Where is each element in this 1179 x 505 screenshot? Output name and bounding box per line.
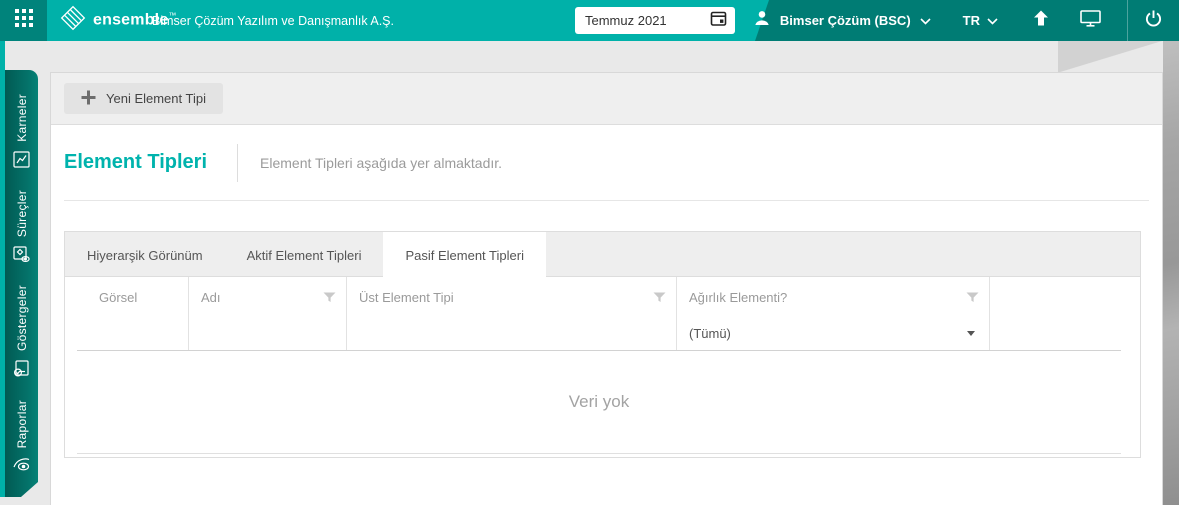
filter-funnel-icon[interactable]	[966, 292, 979, 303]
processes-icon	[13, 246, 30, 268]
tab-content: Görsel Adı Üst Element Tipi	[65, 277, 1140, 457]
topbar-right-cluster: Bimser Çözüm (BSC) TR	[753, 0, 1179, 41]
scorecards-icon	[13, 151, 30, 173]
element-types-table: Görsel Adı Üst Element Tipi	[77, 277, 1121, 454]
page-title: Element Tipleri	[64, 151, 207, 174]
apps-grid-icon	[15, 9, 33, 32]
page-heading: Element Tipleri Element Tipleri aşağıda …	[64, 125, 1149, 201]
topbar-divider	[1127, 0, 1128, 41]
filter-cell-actions	[990, 317, 1121, 350]
plus-icon	[81, 90, 96, 108]
column-header-gorsel[interactable]: Görsel	[77, 277, 189, 317]
sidebar-item-label: Süreçler	[15, 190, 29, 237]
table-filter-row: (Tümü)	[77, 317, 1121, 351]
caret-down-icon	[967, 331, 975, 336]
new-element-type-label: Yeni Element Tipi	[106, 91, 206, 106]
table-header-row: Görsel Adı Üst Element Tipi	[77, 277, 1121, 317]
language-label: TR	[963, 13, 980, 28]
sidebar-item-surecler[interactable]: Süreçler	[13, 190, 30, 268]
period-date-picker[interactable]: Temmuz 2021	[575, 7, 735, 34]
upload-button[interactable]	[1032, 9, 1050, 32]
tab-aktif-element-tipleri[interactable]: Aktif Element Tipleri	[225, 232, 384, 278]
background-facet	[1058, 41, 1163, 73]
tab-pasif-element-tipleri[interactable]: Pasif Element Tipleri	[383, 232, 546, 278]
toolbar: Yeni Element Tipi	[51, 73, 1162, 125]
column-header-adi[interactable]: Adı	[189, 277, 347, 317]
ensemble-logo-icon	[60, 5, 86, 36]
company-name: Bimser Çözüm Yazılım ve Danışmanlık A.Ş.	[152, 0, 394, 41]
reports-icon	[13, 457, 31, 477]
sidebar-item-karneler[interactable]: Karneler	[13, 94, 30, 173]
column-header-actions	[990, 277, 1121, 317]
page-subtitle: Element Tipleri aşağıda yer almaktadır.	[260, 155, 502, 171]
sidebar-item-label: Raporlar	[15, 400, 29, 448]
tab-hiyerarsik-gorunum[interactable]: Hiyerarşik Görünüm	[65, 232, 225, 278]
filter-select-value: (Tümü)	[689, 326, 731, 341]
sidebar-item-gostergeler[interactable]: Göstergeler	[13, 285, 30, 382]
sidebar-accent-strip	[0, 41, 5, 497]
chevron-down-icon	[920, 12, 931, 30]
filter-input-adi[interactable]	[189, 317, 347, 350]
filter-funnel-icon[interactable]	[653, 292, 666, 303]
heading-divider	[237, 144, 238, 182]
user-icon	[753, 9, 771, 32]
tab-strip: Hiyerarşik Görünüm Aktif Element Tipleri…	[65, 232, 1140, 277]
column-header-agirlik-elementi[interactable]: Ağırlık Elementi?	[677, 277, 990, 317]
main-panel: Yeni Element Tipi Element Tipleri Elemen…	[50, 72, 1163, 505]
display-mode-button[interactable]	[1080, 10, 1101, 32]
power-icon	[1144, 9, 1163, 33]
filter-input-ust-element-tipi[interactable]	[347, 317, 677, 350]
language-selector[interactable]: TR	[963, 12, 998, 30]
indicators-icon	[13, 360, 30, 382]
calendar-icon	[710, 10, 727, 32]
sidebar: Karneler Süreçler Göstergeler	[5, 70, 38, 497]
sidebar-item-label: Karneler	[15, 94, 29, 142]
upload-arrow-icon	[1032, 9, 1050, 32]
empty-state-text: Veri yok	[569, 392, 629, 412]
sidebar-item-label: Göstergeler	[15, 285, 29, 351]
topbar: ensemble™ Bimser Çözüm Yazılım ve Danışm…	[0, 0, 1179, 41]
logout-button[interactable]	[1144, 9, 1163, 33]
table-empty-state: Veri yok	[77, 351, 1121, 454]
chevron-down-icon	[987, 12, 998, 30]
monitor-icon	[1080, 10, 1101, 32]
filter-cell-gorsel	[77, 317, 189, 350]
background-polygon-strip	[1163, 41, 1179, 505]
new-element-type-button[interactable]: Yeni Element Tipi	[64, 83, 223, 114]
period-date-value: Temmuz 2021	[585, 13, 710, 28]
user-label: Bimser Çözüm (BSC)	[780, 13, 911, 28]
column-header-ust-element-tipi[interactable]: Üst Element Tipi	[347, 277, 677, 317]
filter-select-agirlik-elementi[interactable]: (Tümü)	[677, 317, 990, 350]
apps-grid-button[interactable]	[0, 0, 47, 41]
tabs-container: Hiyerarşik Görünüm Aktif Element Tipleri…	[64, 231, 1141, 458]
user-menu-button[interactable]: Bimser Çözüm (BSC)	[753, 9, 931, 32]
sidebar-item-raporlar[interactable]: Raporlar	[13, 400, 31, 477]
filter-funnel-icon[interactable]	[323, 292, 336, 303]
